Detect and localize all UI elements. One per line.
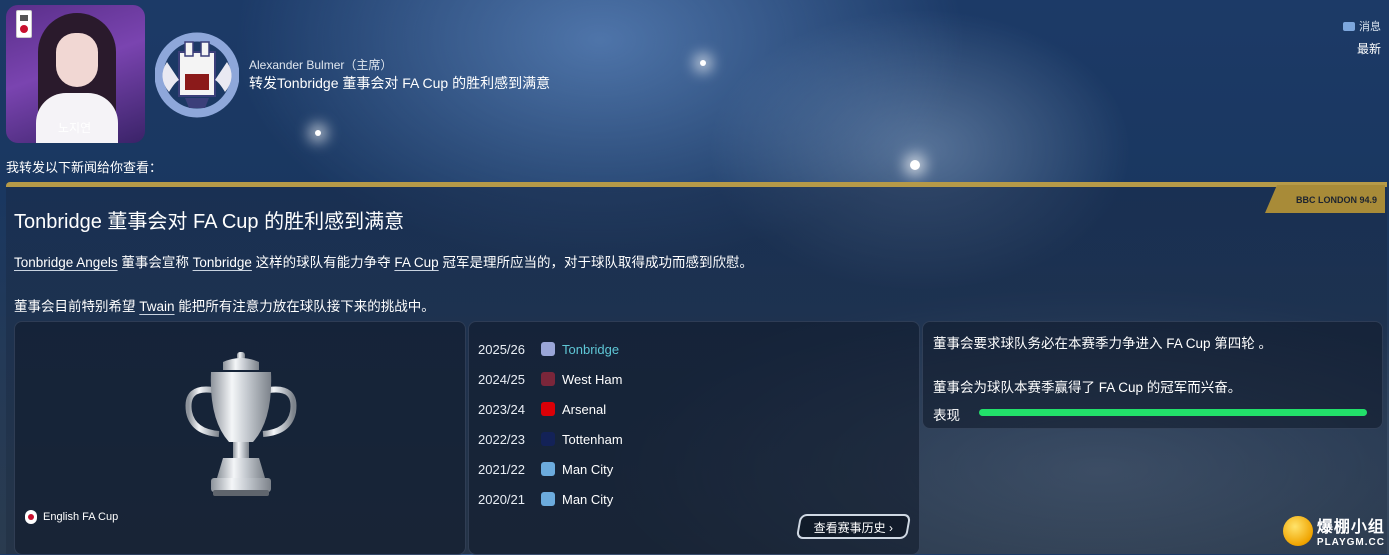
inbox-area[interactable]: 消息 最新: [1343, 18, 1381, 57]
history-season: 2023/24: [478, 401, 525, 417]
history-team[interactable]: West Ham: [562, 372, 622, 387]
history-team[interactable]: Man City: [562, 492, 613, 507]
history-row: 2022/23 Tottenham: [478, 424, 623, 454]
club-badge-icon: [541, 372, 555, 386]
competition-link[interactable]: FA Cup: [394, 255, 438, 270]
history-season: 2022/23: [478, 431, 525, 447]
history-season: 2021/22: [478, 461, 525, 477]
club-badge-icon: [541, 342, 555, 356]
inbox-label[interactable]: 消息: [1359, 18, 1381, 34]
avatar-face: [56, 33, 98, 87]
message-subject: 转发Tonbridge 董事会对 FA Cup 的胜利感到满意: [249, 75, 551, 91]
stadium-light: [910, 160, 920, 170]
fa-cup-badge-icon: [25, 510, 37, 524]
news-paragraph: Tonbridge Angels 董事会宣称 Tonbridge 这样的球队有能…: [14, 255, 753, 270]
inbox-latest[interactable]: 最新: [1343, 40, 1381, 57]
club-crest-icon: [155, 32, 239, 118]
history-row: 2020/21 Man City: [478, 484, 623, 514]
sender-avatar[interactable]: 노지연: [6, 5, 145, 143]
club-badge-icon: [541, 492, 555, 506]
history-row: 2023/24 Arsenal: [478, 394, 623, 424]
history-team[interactable]: Man City: [562, 462, 613, 477]
trophy-card: English FA Cup: [14, 321, 466, 555]
manager-link[interactable]: Twain: [139, 299, 174, 314]
news-panel-border: [6, 182, 1387, 187]
club-link[interactable]: Tonbridge Angels: [14, 255, 118, 270]
club-link[interactable]: Tonbridge: [193, 255, 252, 270]
sender-name[interactable]: Alexander Bulmer（主席）: [249, 56, 392, 73]
performance-label: 表现: [933, 408, 960, 423]
mail-icon: [1343, 21, 1355, 31]
history-card: 2025/26 Tonbridge 2024/25 West Ham 2023/24 Ar…: [468, 321, 920, 555]
stadium-light: [700, 60, 706, 66]
history-team[interactable]: Tottenham: [562, 432, 623, 447]
expectation-result-text: 董事会为球队本赛季赢得了 FA Cup 的冠军而兴奋。: [933, 380, 1242, 395]
news-source-badge: BBC LONDON 94.9: [1265, 185, 1385, 213]
trophy-icon: [185, 352, 297, 496]
watermark-ball-icon: [1282, 515, 1313, 546]
history-season: 2025/26: [478, 341, 525, 357]
history-season: 2020/21: [478, 491, 525, 507]
history-season: 2024/25: [478, 371, 525, 387]
history-list: 2025/26 Tonbridge 2024/25 West Ham 2023/24 Ar…: [478, 334, 623, 514]
club-badge-icon: [541, 432, 555, 446]
history-row: 2021/22 Man City: [478, 454, 623, 484]
board-expectation-card: 董事会要求球队务必在本赛季力争进入 FA Cup 第四轮 。 董事会为球队本赛季…: [922, 321, 1383, 429]
performance-bar-fill: [979, 409, 1367, 416]
club-badge-icon: [541, 462, 555, 476]
watermark-logo: 爆棚小组 PLAYGM.CC: [1282, 513, 1385, 548]
news-title: Tonbridge 董事会对 FA Cup 的胜利感到满意: [14, 211, 405, 233]
expectation-text: 董事会要求球队务必在本赛季力争进入 FA Cup 第四轮 。: [933, 336, 1273, 351]
news-paragraph: 董事会目前特别希望 Twain 能把所有注意力放在球队接下来的挑战中。: [14, 299, 435, 314]
forward-note: 我转发以下新闻给你查看：: [6, 160, 163, 175]
history-row: 2025/26 Tonbridge: [478, 334, 623, 364]
stadium-light: [315, 130, 321, 136]
history-team[interactable]: Arsenal: [562, 402, 606, 417]
history-team[interactable]: Tonbridge: [562, 342, 619, 357]
club-badge-icon: [541, 402, 555, 416]
avatar-signature: 노지연: [58, 121, 92, 135]
view-history-button[interactable]: 查看赛事历史 ›: [795, 514, 912, 539]
competition-name[interactable]: English FA Cup: [25, 510, 118, 524]
performance-bar: [979, 409, 1367, 416]
history-row: 2024/25 West Ham: [478, 364, 623, 394]
nationality-flag-icon: [16, 10, 32, 38]
chevron-right-icon: ›: [885, 521, 893, 535]
